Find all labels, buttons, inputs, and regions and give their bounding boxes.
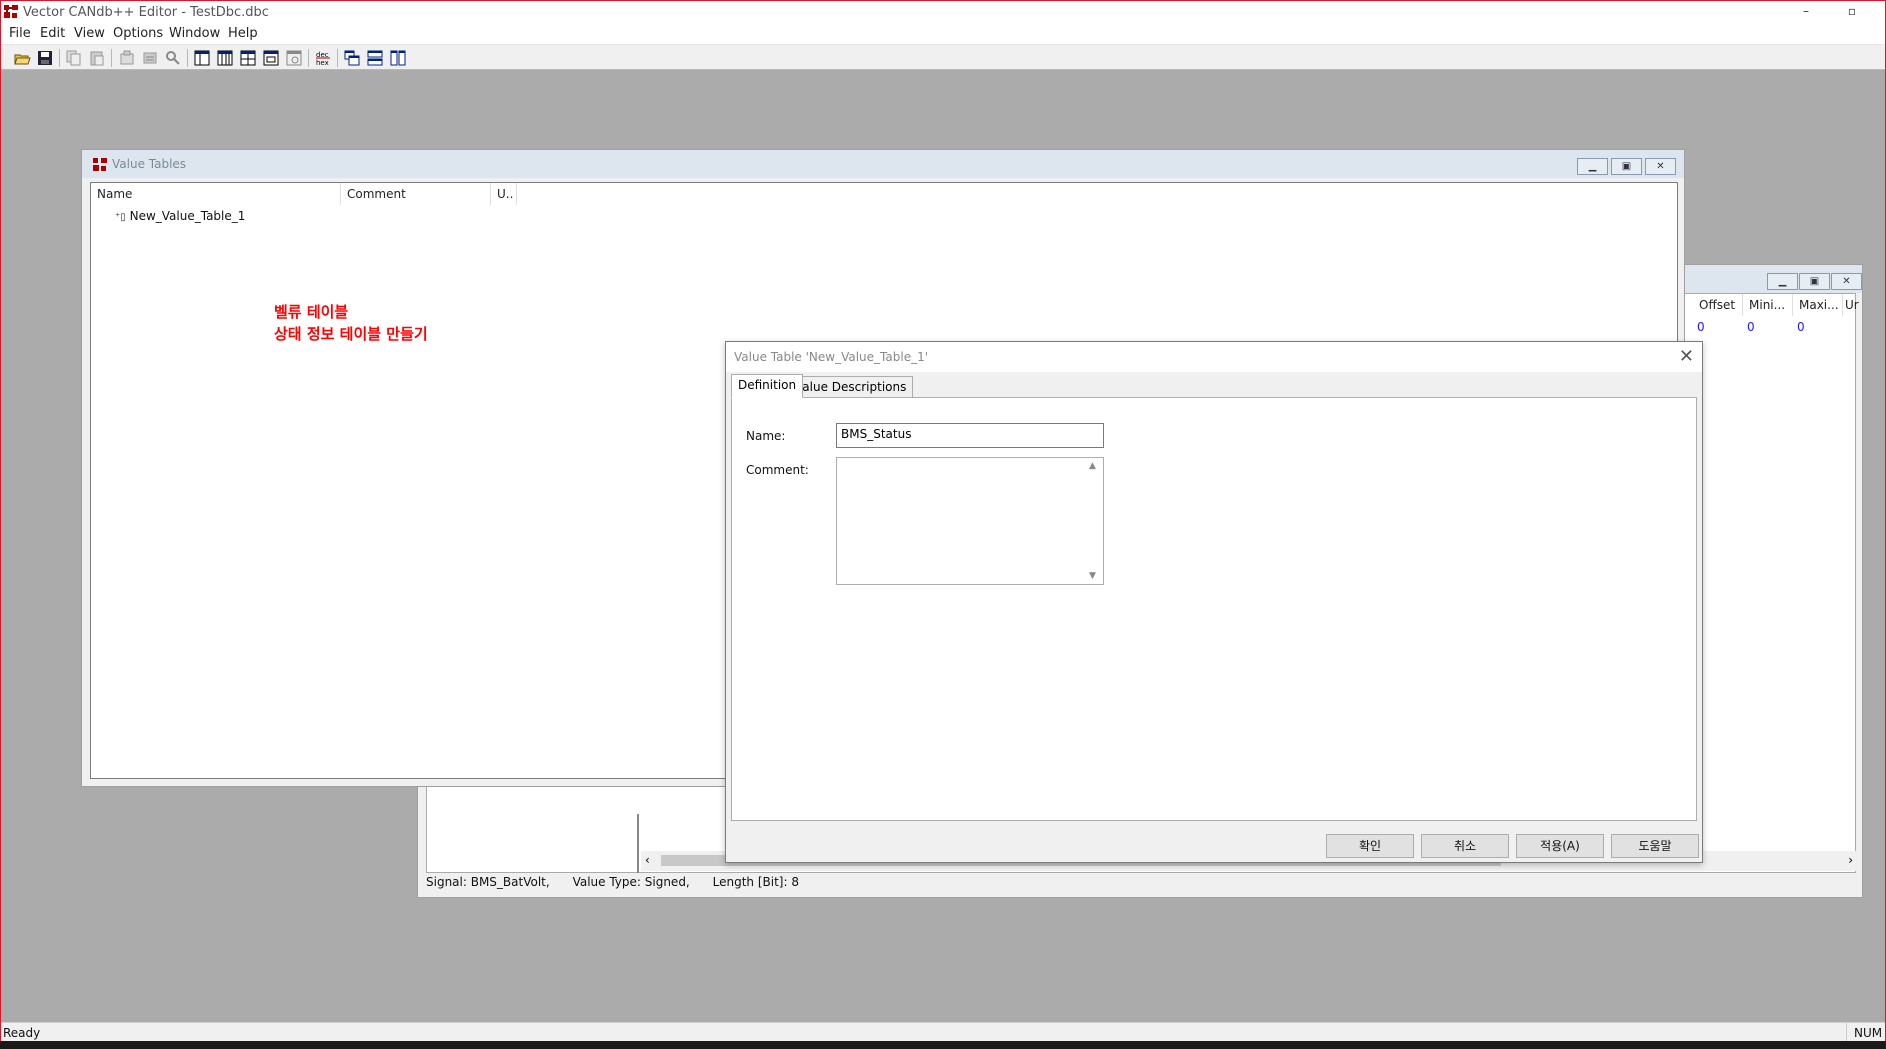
tab-definition[interactable]: Definition [731,374,804,398]
signal-status-line: Signal: BMS_BatVolt, Value Type: Signed,… [426,875,799,889]
save-icon[interactable] [36,49,54,67]
tree-pane [427,814,639,873]
find-icon[interactable] [164,49,182,67]
scroll-up-icon[interactable]: ▲ [1089,461,1096,471]
view-list-1-icon[interactable] [193,49,211,67]
column-header-offset[interactable]: Offset [1693,294,1743,316]
tile-vertical-icon[interactable] [389,49,407,67]
comment-scrollbar[interactable]: ▲ ▼ [1086,458,1103,584]
toolbar: dec hex [1,44,1885,70]
toolbar-separator [337,49,338,67]
tile-horizontal-icon[interactable] [366,49,384,67]
minimize-button[interactable]: ▁ [1577,158,1608,175]
copy-icon[interactable] [65,49,83,67]
comment-label: Comment: [746,463,809,477]
annotation-line-1: 벨류 테이블 [274,303,349,321]
close-button[interactable]: ✕ [1831,273,1862,290]
value-table-name: New_Value_Table_1 [129,209,246,223]
column-header-name[interactable]: Name [91,183,341,205]
menu-help[interactable]: Help [228,26,258,41]
ok-button[interactable]: 확인 [1326,834,1414,858]
column-header-minimum[interactable]: Mini... [1743,294,1793,316]
view-list-5-icon[interactable] [285,49,303,67]
properties-icon[interactable] [118,49,136,67]
close-button[interactable]: ✕ [1645,158,1676,175]
minimum-value: 0 [1747,320,1755,334]
minimize-button[interactable]: – [1783,1,1829,23]
application-window: Vector CANdb++ Editor - TestDbc.dbc – ▫ … [0,0,1886,1049]
column-header-unit[interactable]: Ur [1843,294,1859,316]
scroll-left-icon[interactable]: ‹ [645,853,650,867]
list-item[interactable]: ⁺▯ New_Value_Table_1 [115,209,245,223]
candb-app-icon [3,4,19,19]
restore-button[interactable]: ▣ [1799,273,1830,290]
title-bar: Vector CANdb++ Editor - TestDbc.dbc – ▫ [1,1,1885,23]
restore-button[interactable]: ▣ [1611,158,1642,175]
column-header-unit[interactable]: U.. [491,183,517,205]
cancel-button[interactable]: 취소 [1421,834,1509,858]
cascade-icon[interactable] [343,49,361,67]
toolbar-separator [59,49,60,67]
candb-app-icon [93,158,107,171]
minimize-button[interactable]: ▁ [1767,273,1798,290]
status-divider [1846,1023,1847,1042]
value-table-dialog: Value Table 'New_Value_Table_1' ✕ Defini… [725,341,1703,863]
comment-field[interactable]: ▲ ▼ [836,457,1104,585]
menu-window[interactable]: Window [169,26,220,41]
restore-button[interactable]: ▫ [1829,1,1875,23]
paste-icon[interactable] [88,49,106,67]
tab-value-descriptions[interactable]: Value Descriptions [788,376,914,398]
open-icon[interactable] [13,49,31,67]
window-title: Vector CANdb++ Editor - TestDbc.dbc [23,5,269,20]
menu-options[interactable]: Options [113,26,163,41]
view-list-3-icon[interactable] [239,49,257,67]
value-table-icon: ⁺▯ [115,212,126,223]
maximum-value: 0 [1797,320,1805,334]
name-field[interactable]: BMS_Status [836,423,1104,448]
scroll-down-icon[interactable]: ▼ [1089,571,1096,581]
column-header-comment[interactable]: Comment [341,183,491,205]
menu-view[interactable]: View [74,26,105,41]
offset-value: 0 [1697,320,1705,334]
menu-file[interactable]: File [9,26,31,41]
toolbar-separator [111,49,112,67]
dialog-titlebar[interactable]: Value Table 'New_Value_Table_1' ✕ [726,342,1702,372]
toolbar-separator [187,49,188,67]
menu-bar: File Edit View Options Window Help [1,23,1885,44]
status-num: NUM [1854,1026,1883,1040]
column-header-maximum[interactable]: Maxi... [1793,294,1843,316]
taskbar-strip [0,1041,1886,1049]
apply-button[interactable]: 적용(A) [1516,834,1604,858]
dialog-title: Value Table 'New_Value_Table_1' [734,350,929,364]
value-tables-titlebar[interactable]: Value Tables ▁ ▣ ✕ [82,150,1684,178]
menu-edit[interactable]: Edit [40,26,65,41]
value-tables-title: Value Tables [112,157,187,171]
view-list-2-icon[interactable] [216,49,234,67]
status-bar: Ready NUM [1,1022,1885,1042]
svg-text:hex: hex [316,59,329,67]
toolbar-separator [308,49,309,67]
close-icon[interactable]: ✕ [1679,346,1694,367]
network-icon[interactable] [141,49,159,67]
definition-pane: Name: BMS_Status Comment: ▲ ▼ [731,397,1697,821]
annotation-text: 벨류 테이블 상태 정보 테이블 만들기 [274,301,428,345]
help-button[interactable]: 도움말 [1611,834,1699,858]
name-label: Name: [746,429,786,443]
scroll-right-icon[interactable]: › [1848,853,1853,867]
annotation-line-2: 상태 정보 테이블 만들기 [274,325,428,343]
status-ready: Ready [3,1026,41,1040]
view-list-4-icon[interactable] [262,49,280,67]
dec-hex-icon[interactable]: dechex [314,49,332,67]
